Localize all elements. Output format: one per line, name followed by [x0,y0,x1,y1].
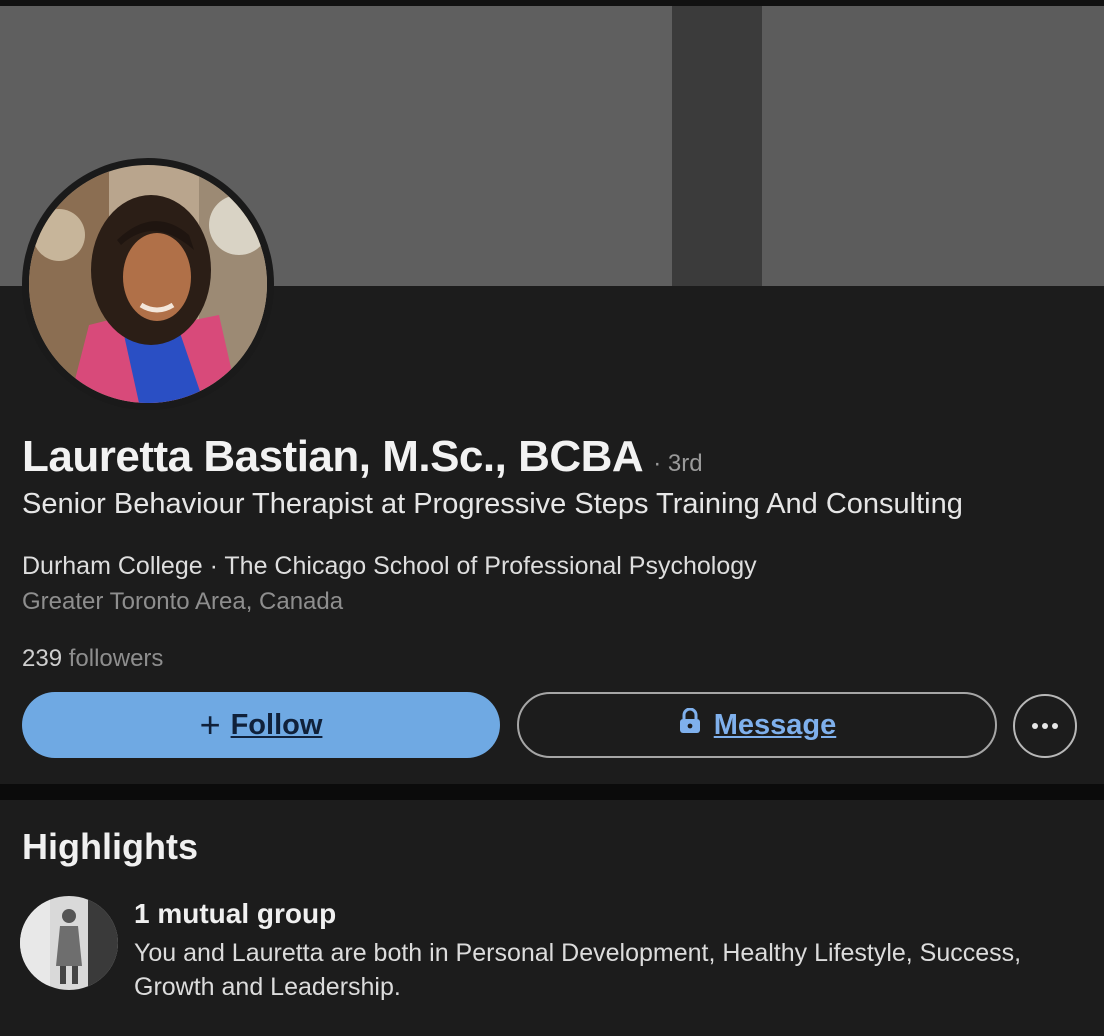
plus-icon: + [199,704,221,745]
mutual-group-title[interactable]: 1 mutual group [134,898,336,930]
profile-headline: Senior Behaviour Therapist at Progressiv… [22,488,963,520]
section-divider [0,784,1104,800]
follow-button[interactable]: + Follow [22,692,500,758]
more-icon [1031,717,1059,735]
group-thumbnail[interactable] [20,896,118,990]
highlights-title: Highlights [22,826,198,867]
profile-education: Durham College · The Chicago School of P… [22,552,757,580]
lock-icon [678,707,702,742]
profile-name: Lauretta Bastian, M.Sc., BCBA [22,432,644,481]
followers-number: 239 [22,645,63,672]
connection-degree: · 3rd [653,450,703,477]
message-label: Message [713,708,837,741]
profile-avatar[interactable] [22,158,274,410]
profile-location: Greater Toronto Area, Canada [22,588,344,615]
more-options-button[interactable] [1013,694,1077,758]
name-row: Lauretta Bastian, M.Sc., BCBA · 3rd [22,432,703,488]
followers-count: 239 followers [22,645,163,673]
mutual-group-description: You and Lauretta are both in Personal De… [134,939,1022,1001]
followers-label: followers [68,645,164,672]
message-button[interactable]: Message [517,692,997,758]
follow-label: Follow [230,708,323,741]
